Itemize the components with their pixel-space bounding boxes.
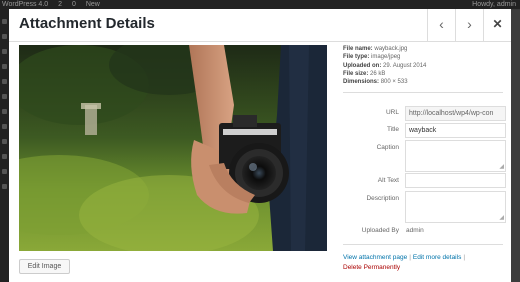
edit-image-button[interactable]: Edit Image <box>19 259 70 274</box>
previous-button[interactable]: ‹ <box>427 9 455 42</box>
admin-bar: WordPress 4.0 2 0 New Howdy, admin <box>0 0 520 9</box>
menu-icon[interactable] <box>2 49 7 54</box>
admin-bar-comments[interactable]: 0 <box>72 1 76 8</box>
menu-icon[interactable] <box>2 169 7 174</box>
menu-icon[interactable] <box>2 139 7 144</box>
menu-icon[interactable] <box>2 109 7 114</box>
menu-icon[interactable] <box>2 19 7 24</box>
separator: | <box>463 254 466 261</box>
menu-icon[interactable] <box>2 64 7 69</box>
menu-icon[interactable] <box>2 154 7 159</box>
admin-bar-howdy[interactable]: Howdy, admin <box>472 0 516 9</box>
detail-file-type: File type: image/jpeg <box>343 54 401 61</box>
url-field[interactable]: http://localhost/wp4/wp-con <box>405 106 506 121</box>
caption-label: Caption <box>376 144 399 151</box>
detail-dimensions: Dimensions: 800 × 533 <box>343 79 408 86</box>
camera-photo <box>19 45 327 251</box>
close-button[interactable]: ✕ <box>483 9 511 42</box>
attachment-actions: View attachment page | Edit more details | … <box>343 253 509 273</box>
menu-icon[interactable] <box>2 34 7 39</box>
uploaded-by-label: Uploaded By <box>361 227 399 234</box>
menu-icon[interactable] <box>2 79 7 84</box>
title-label: Title <box>386 126 399 133</box>
detail-file-name: File name: wayback.jpg <box>343 46 408 52</box>
file-details: File name: wayback.jpg File type: image/… <box>343 45 503 94</box>
divider <box>343 244 503 245</box>
separator: | <box>409 254 411 261</box>
modal-title: Attachment Details <box>19 15 155 32</box>
menu-icon[interactable] <box>2 124 7 129</box>
admin-bar-updates[interactable]: 2 <box>58 1 62 8</box>
modal-header: Attachment Details ‹ › ✕ <box>9 9 511 42</box>
menu-icon[interactable] <box>2 94 7 99</box>
uploaded-by-value: admin <box>406 227 424 234</box>
resize-handle-icon[interactable]: ◢ <box>499 215 504 221</box>
detail-uploaded-on: Uploaded on: 29. August 2014 <box>343 62 427 69</box>
next-button[interactable]: › <box>455 9 483 42</box>
alt-text-field[interactable] <box>405 173 506 188</box>
title-field[interactable]: wayback <box>405 123 506 138</box>
url-label: URL <box>385 109 399 116</box>
description-field[interactable]: ◢ <box>405 191 506 223</box>
admin-bar-new[interactable]: New <box>86 1 100 8</box>
admin-bar-site[interactable]: WordPress 4.0 <box>2 1 48 8</box>
delete-permanently-link[interactable]: Delete Permanently <box>343 264 400 271</box>
alt-text-label: Alt Text <box>377 177 399 184</box>
resize-handle-icon[interactable]: ◢ <box>499 164 504 170</box>
menu-icon[interactable] <box>2 184 7 189</box>
caption-field[interactable]: ◢ <box>405 140 506 172</box>
detail-file-size: File size: 26 kB <box>343 70 386 77</box>
edit-more-details-link[interactable]: Edit more details <box>413 254 461 261</box>
view-attachment-link[interactable]: View attachment page <box>343 254 407 261</box>
description-label: Description <box>366 195 399 202</box>
admin-bar-left: WordPress 4.0 2 0 New <box>2 0 108 9</box>
admin-side-menu <box>0 9 9 282</box>
attachment-image <box>19 45 327 251</box>
